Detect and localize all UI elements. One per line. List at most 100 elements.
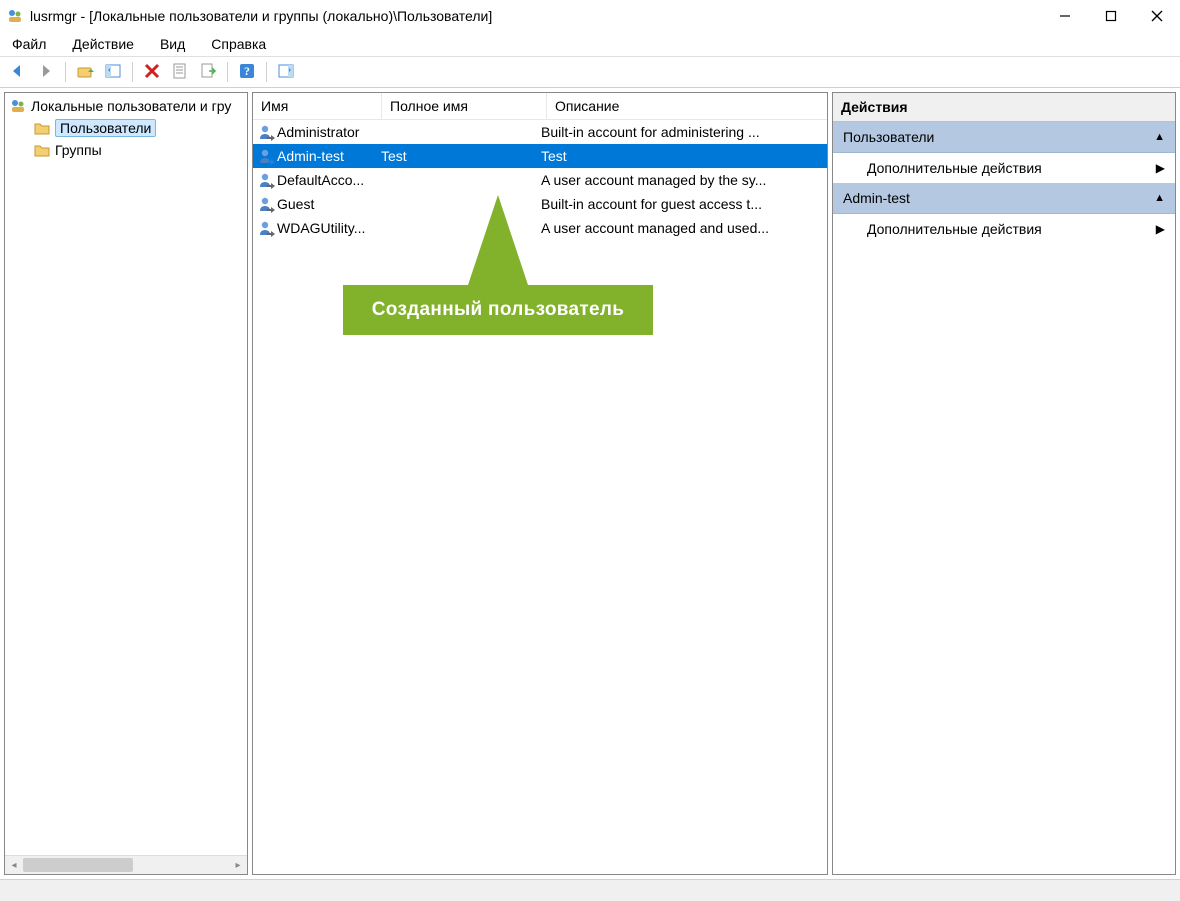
properties-icon [171, 62, 189, 83]
tree-groups-label: Группы [55, 142, 102, 158]
maximize-button[interactable] [1088, 0, 1134, 32]
titlebar: lusrmgr - [Локальные пользователи и груп… [0, 0, 1180, 32]
actions-item-more-1[interactable]: Дополнительные действия ▶ [833, 153, 1175, 183]
tree-root-node[interactable]: Локальные пользователи и гру [5, 95, 247, 117]
delete-button[interactable] [140, 60, 164, 84]
column-header-fullname[interactable]: Полное имя [382, 93, 547, 119]
tree-users-label: Пользователи [55, 119, 156, 137]
scroll-right-arrow[interactable]: ▸ [229, 856, 247, 874]
forward-icon [37, 62, 55, 83]
actions-item-more-2[interactable]: Дополнительные действия ▶ [833, 214, 1175, 244]
folder-icon [33, 119, 51, 137]
user-name-label: DefaultAcco... [277, 172, 364, 188]
callout-label: Созданный пользователь [343, 285, 653, 335]
user-description-cell: A user account managed by the sy... [537, 172, 827, 188]
help-button[interactable]: ? [235, 60, 259, 84]
actions-item-more-2-label: Дополнительные действия [867, 221, 1042, 237]
window-title: lusrmgr - [Локальные пользователи и груп… [30, 8, 492, 24]
user-row[interactable]: GuestBuilt-in account for guest access t… [253, 192, 827, 216]
user-description-cell: Built-in account for administering ... [537, 124, 827, 140]
user-name-cell: Guest [253, 195, 377, 213]
show-hide-console-button[interactable] [101, 60, 125, 84]
menu-file[interactable]: Файл [8, 34, 58, 54]
back-button[interactable] [6, 60, 30, 84]
user-name-label: Guest [277, 196, 314, 212]
user-name-label: WDAGUtility... [277, 220, 365, 236]
folder-icon [33, 141, 51, 159]
statusbar [0, 880, 1180, 901]
user-name-label: Admin-test [277, 148, 344, 164]
menubar: Файл Действие Вид Справка [0, 32, 1180, 56]
user-row[interactable]: Admin-test TestTest [253, 144, 827, 168]
toolbar-separator [266, 62, 267, 82]
user-name-cell: Admin-test [253, 147, 377, 165]
users-groups-icon [9, 97, 27, 115]
column-header-description[interactable]: Описание [547, 93, 827, 119]
user-row[interactable]: DefaultAcco... A user account managed by … [253, 168, 827, 192]
actions-item-more-1-label: Дополнительные действия [867, 160, 1042, 176]
scroll-thumb[interactable] [23, 858, 133, 872]
close-button[interactable] [1134, 0, 1180, 32]
tree-node-groups[interactable]: Группы [5, 139, 247, 161]
list-header: Имя Полное имя Описание [253, 93, 827, 120]
user-name-label: Administrator [277, 124, 359, 140]
scroll-left-arrow[interactable]: ◂ [5, 856, 23, 874]
user-name-cell: Administrator [253, 123, 377, 141]
actions-pane-icon [277, 62, 295, 83]
delete-icon [143, 62, 161, 83]
toolbar-separator [65, 62, 66, 82]
horizontal-scrollbar[interactable]: ◂ ▸ [5, 855, 247, 874]
main-area: Локальные пользователи и гру Пользовател… [0, 88, 1180, 880]
user-disabled-icon [257, 171, 275, 189]
help-icon: ? [238, 62, 256, 83]
collapse-arrow-icon: ▲ [1154, 131, 1165, 143]
list-panel: Имя Полное имя Описание Administrator Bui… [252, 92, 828, 875]
up-button[interactable] [73, 60, 97, 84]
menu-help[interactable]: Справка [207, 34, 278, 54]
actions-section-users-label: Пользователи [843, 129, 934, 145]
user-disabled-icon [257, 123, 275, 141]
folder-up-icon [76, 62, 94, 83]
menu-view[interactable]: Вид [156, 34, 197, 54]
actions-title: Действия [833, 93, 1175, 122]
export-list-button[interactable] [196, 60, 220, 84]
console-tree-icon [104, 62, 122, 83]
submenu-arrow-icon: ▶ [1156, 222, 1165, 236]
actions-section-admin-test-label: Admin-test [843, 190, 910, 206]
column-header-name[interactable]: Имя [253, 93, 382, 119]
back-icon [9, 62, 27, 83]
actions-section-admin-test[interactable]: Admin-test ▲ [833, 183, 1175, 214]
tree-root-label: Локальные пользователи и гру [31, 98, 231, 114]
toolbar: ? [0, 56, 1180, 88]
svg-text:?: ? [244, 64, 250, 78]
list-body: Administrator Built-in account for admini… [253, 120, 827, 874]
properties-button[interactable] [168, 60, 192, 84]
toolbar-separator [132, 62, 133, 82]
user-name-cell: WDAGUtility... [253, 219, 377, 237]
user-row[interactable]: WDAGUtility... A user account managed and… [253, 216, 827, 240]
user-fullname-cell: Test [377, 148, 537, 164]
export-icon [199, 62, 217, 83]
submenu-arrow-icon: ▶ [1156, 161, 1165, 175]
user-disabled-icon [257, 195, 275, 213]
app-icon [6, 7, 24, 25]
show-actions-pane-button[interactable] [274, 60, 298, 84]
actions-section-users[interactable]: Пользователи ▲ [833, 122, 1175, 153]
window-controls [1042, 0, 1180, 32]
user-icon [257, 147, 275, 165]
user-description-cell: Test [537, 148, 827, 164]
forward-button[interactable] [34, 60, 58, 84]
toolbar-separator [227, 62, 228, 82]
user-row[interactable]: Administrator Built-in account for admini… [253, 120, 827, 144]
user-description-cell: A user account managed and used... [537, 220, 827, 236]
user-name-cell: DefaultAcco... [253, 171, 377, 189]
collapse-arrow-icon: ▲ [1154, 192, 1165, 204]
tree-content: Локальные пользователи и гру Пользовател… [5, 93, 247, 855]
user-disabled-icon [257, 219, 275, 237]
tree-panel: Локальные пользователи и гру Пользовател… [4, 92, 248, 875]
minimize-button[interactable] [1042, 0, 1088, 32]
tree-node-users[interactable]: Пользователи [5, 117, 247, 139]
menu-action[interactable]: Действие [68, 34, 146, 54]
scroll-track[interactable] [133, 856, 229, 874]
actions-panel: Действия Пользователи ▲ Дополнительные д… [832, 92, 1176, 875]
